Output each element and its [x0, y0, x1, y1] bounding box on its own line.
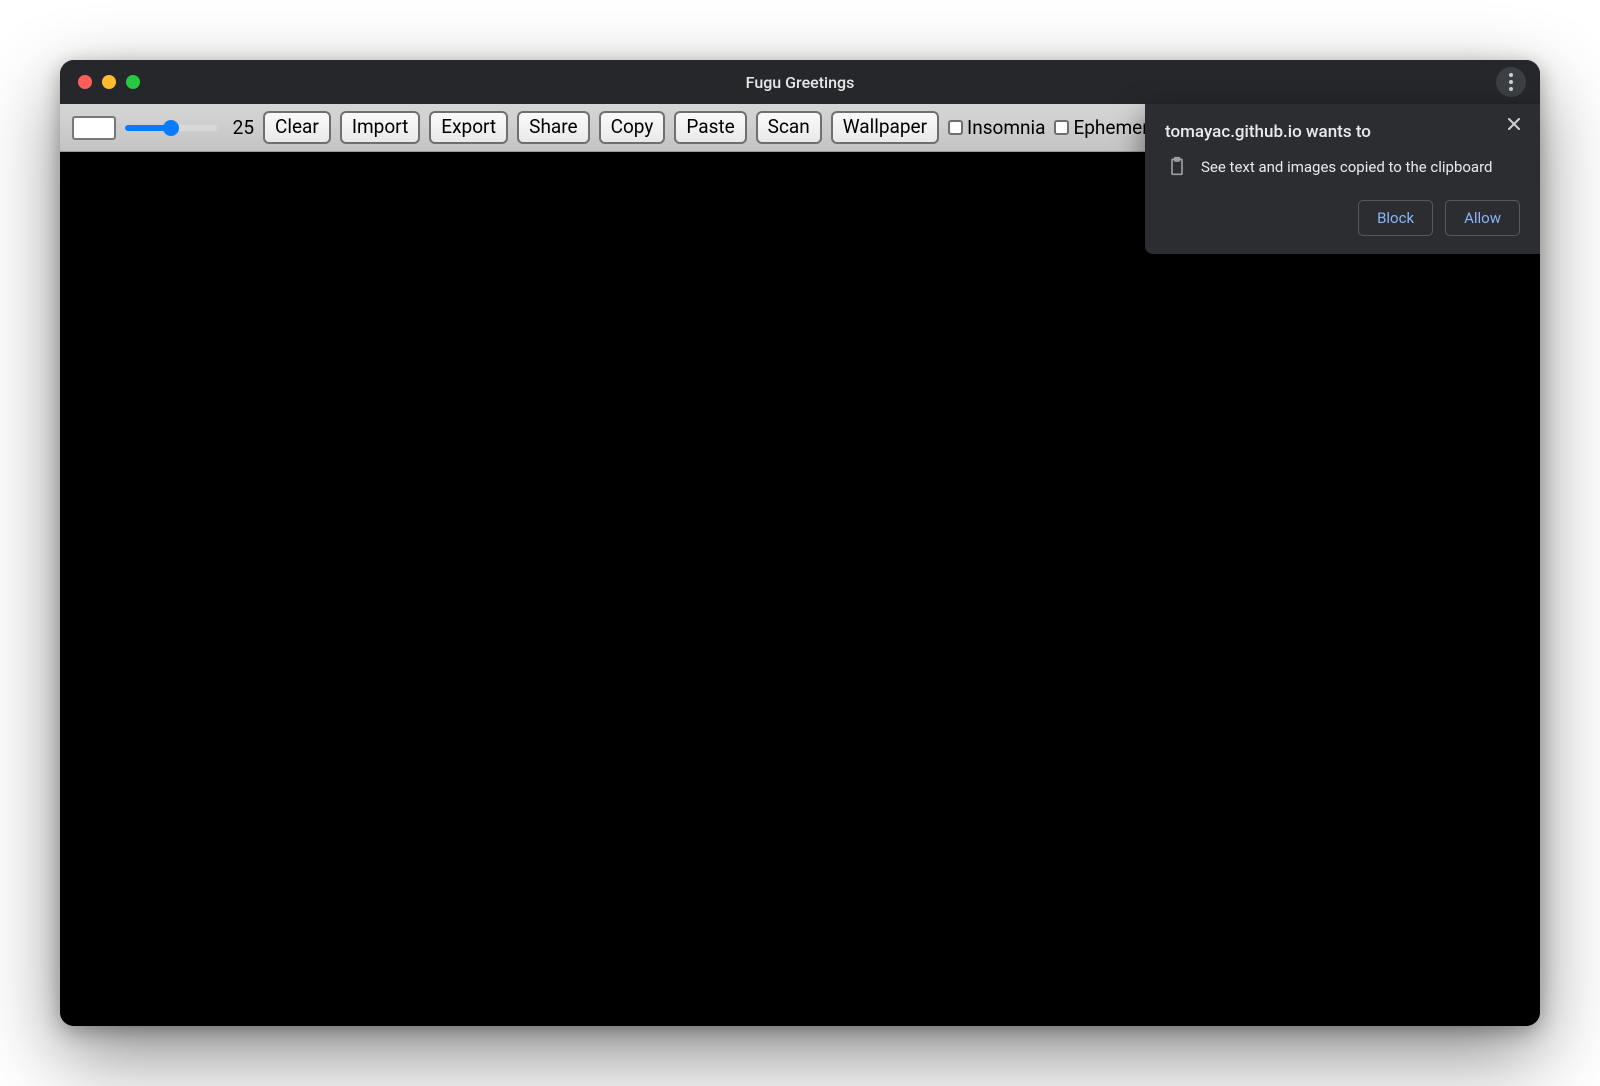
- window-title: Fugu Greetings: [60, 73, 1540, 92]
- close-window-button[interactable]: [78, 75, 92, 89]
- export-button[interactable]: Export: [429, 111, 508, 144]
- close-icon[interactable]: [1506, 116, 1526, 136]
- fullscreen-window-button[interactable]: [126, 75, 140, 89]
- minimize-window-button[interactable]: [102, 75, 116, 89]
- slider-value: 25: [226, 116, 254, 139]
- vertical-dots-icon: [1509, 73, 1513, 91]
- ephemeral-checkbox[interactable]: [1054, 120, 1069, 135]
- block-button[interactable]: Block: [1358, 200, 1433, 236]
- kebab-menu-button[interactable]: [1496, 67, 1526, 97]
- insomnia-checkbox-group: Insomnia: [948, 116, 1045, 139]
- color-swatch[interactable]: [72, 116, 116, 140]
- app-window: Fugu Greetings 25 Clear Import: [60, 60, 1540, 1026]
- permission-prompt: tomayac.github.io wants to See text and …: [1145, 104, 1540, 254]
- wallpaper-button[interactable]: Wallpaper: [831, 111, 939, 144]
- copy-button[interactable]: Copy: [599, 111, 666, 144]
- paste-button[interactable]: Paste: [674, 111, 746, 144]
- drawing-canvas[interactable]: [60, 152, 1540, 1026]
- window-controls: [78, 75, 140, 89]
- clear-button[interactable]: Clear: [263, 111, 331, 144]
- scan-button[interactable]: Scan: [756, 111, 822, 144]
- import-button[interactable]: Import: [340, 111, 420, 144]
- permission-description: See text and images copied to the clipbo…: [1201, 158, 1493, 176]
- titlebar: Fugu Greetings: [60, 60, 1540, 104]
- insomnia-label: Insomnia: [967, 116, 1045, 139]
- allow-button[interactable]: Allow: [1445, 200, 1520, 236]
- clipboard-icon: [1167, 156, 1187, 178]
- permission-title: tomayac.github.io wants to: [1165, 122, 1520, 142]
- insomnia-checkbox[interactable]: [948, 120, 963, 135]
- brush-size-slider[interactable]: [125, 125, 217, 131]
- share-button[interactable]: Share: [517, 111, 589, 144]
- slider-thumb[interactable]: [163, 120, 179, 136]
